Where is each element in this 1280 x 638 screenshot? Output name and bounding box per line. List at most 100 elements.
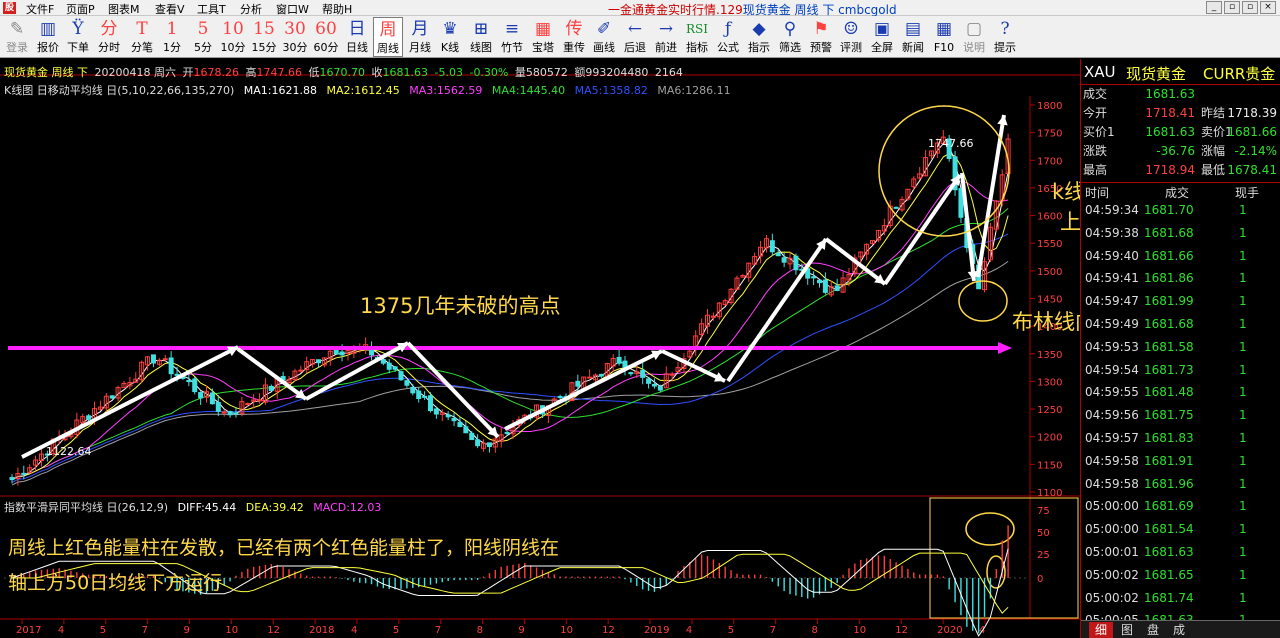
- toolbar-button-10[interactable]: 60 60分: [311, 17, 341, 57]
- toolbar-button-24[interactable]: ◆ 指示: [744, 17, 774, 57]
- toolbar-button-12[interactable]: 周周线: [373, 17, 403, 57]
- quote-header: XAU 现货黄金 CURR贵金: [1081, 59, 1280, 85]
- tick-row: 04:59:53 1681.58 1: [1081, 336, 1280, 358]
- toolbar-button-17[interactable]: ▦ 宝塔: [528, 17, 558, 57]
- quote-value-2: 1718.39: [1227, 106, 1277, 120]
- tick-volume: 1: [1239, 453, 1247, 468]
- toolbar-button-15[interactable]: ⊞ 线图: [466, 17, 496, 57]
- menu-help[interactable]: 帮助H: [322, 1, 352, 17]
- time-axis-label: 5: [100, 625, 106, 636]
- tick-price: 1681.96: [1144, 476, 1194, 491]
- quote-row: 今开 1718.41 昨结 1718.39: [1081, 105, 1280, 122]
- candle-body: [410, 386, 416, 394]
- toolbar-icon: ▥: [39, 19, 57, 39]
- toolbar-button-11[interactable]: 日日线: [342, 17, 372, 57]
- toolbar-button-2[interactable]: Ÿ 下单: [63, 17, 93, 57]
- restore-button[interactable]: ▫: [1224, 1, 1240, 14]
- toolbar-button-27[interactable]: ☺ 评测: [836, 17, 866, 57]
- menu-page[interactable]: 页面P: [66, 1, 95, 17]
- candle-body: [433, 408, 439, 415]
- toolbar-button-9[interactable]: 30 30分: [280, 17, 310, 57]
- toolbar-button-16[interactable]: ≡ 竹节: [497, 17, 527, 57]
- menu-file[interactable]: 文件F: [26, 1, 54, 17]
- toolbar-label: 月线: [409, 41, 431, 54]
- tick-table-header: 时间 成交 现手: [1081, 182, 1280, 200]
- tab-chart[interactable]: 图: [1115, 622, 1139, 638]
- tick-price: 1681.86: [1144, 271, 1194, 286]
- toolbar-icon: ▦: [935, 19, 953, 39]
- toolbar-button-1[interactable]: ▥ 报价: [33, 17, 63, 57]
- toolbar-button-31[interactable]: ▢ 说明: [959, 17, 989, 57]
- tab-trades[interactable]: 成: [1167, 622, 1191, 638]
- tick-row: 04:59:54 1681.73 1: [1081, 359, 1280, 381]
- menu-analysis[interactable]: 分析: [240, 1, 262, 17]
- toolbar-icon: 30: [284, 19, 306, 39]
- toolbar-button-3[interactable]: 分分时: [94, 17, 124, 57]
- kline-chart[interactable]: 1800175017001650160015501500145014001350…: [0, 59, 1080, 638]
- price-axis-label: 1250: [1037, 405, 1062, 416]
- toolbar-button-25[interactable]: ⚲ 筛选: [775, 17, 805, 57]
- toolbar-button-26[interactable]: ⚑ 预警: [806, 17, 836, 57]
- toolbar-button-18[interactable]: 传重传: [559, 17, 589, 57]
- candle-body: [669, 373, 675, 376]
- price-axis-label: 1800: [1037, 101, 1062, 112]
- low-label: 低: [308, 66, 320, 79]
- menu-tools[interactable]: 工具T: [197, 1, 226, 17]
- time-axis-label: 4: [686, 625, 692, 636]
- tab-orderbook[interactable]: 盘: [1141, 622, 1165, 638]
- toolbar-button-22[interactable]: RSI 指标: [682, 17, 712, 57]
- window-title-main: 现货黄金 周线 下 cmbcgold: [742, 3, 897, 17]
- candle-body: [268, 385, 274, 391]
- quote-key-2: 昨结: [1201, 106, 1226, 120]
- close-button[interactable]: ×: [1260, 1, 1276, 14]
- toolbar-label: 日线: [346, 41, 368, 54]
- maximize-button[interactable]: ▫: [1242, 1, 1258, 14]
- tick-time: 04:59:56: [1085, 408, 1139, 423]
- candle-body: [233, 412, 239, 415]
- close-label: 收: [371, 66, 383, 79]
- toolbar-button-7[interactable]: 10 10分: [218, 17, 248, 57]
- toolbar-icon: ✐: [596, 19, 612, 39]
- candle-body: [221, 411, 227, 414]
- toolbar-button-21[interactable]: → 前进: [651, 17, 681, 57]
- low-price-label: 1122.64: [46, 445, 92, 458]
- tick-row: 04:59:58 1681.91 1: [1081, 450, 1280, 472]
- toolbar-button-8[interactable]: 15 15分: [249, 17, 279, 57]
- menu-view[interactable]: 查看V: [155, 1, 185, 17]
- candle-body: [775, 252, 781, 257]
- quote-value: 1718.94: [1145, 163, 1195, 177]
- toolbar-icon: ▦: [534, 19, 552, 39]
- tab-detail[interactable]: 细: [1089, 622, 1113, 638]
- macd-axis-label: 25: [1037, 550, 1050, 561]
- toolbar-button-14[interactable]: ♛ K线: [435, 17, 465, 57]
- toolbar-button-32[interactable]: ? 提示: [990, 17, 1020, 57]
- toolbar-button-13[interactable]: 月月线: [405, 17, 435, 57]
- toolbar-button-19[interactable]: ✐ 画线: [589, 17, 619, 57]
- toolbar-button-23[interactable]: ƒ 公式: [713, 17, 743, 57]
- candle-body: [557, 396, 563, 399]
- minimize-button[interactable]: _: [1206, 1, 1222, 14]
- tick-volume: 1: [1239, 476, 1247, 491]
- toolbar-button-30[interactable]: ▦ F10: [929, 17, 959, 57]
- tick-volume: 1: [1239, 362, 1247, 377]
- swing-arrow-8: [824, 237, 887, 286]
- toolbar-button-20[interactable]: ← 后退: [620, 17, 650, 57]
- candle-body: [398, 371, 404, 381]
- close-value: 1681.63: [382, 66, 429, 79]
- toolbar-button-6[interactable]: 5 5分: [188, 17, 218, 57]
- toolbar-icon: ✎: [9, 19, 25, 39]
- toolbar-button-4[interactable]: T 分笔: [127, 17, 157, 57]
- tick-price: 1681.83: [1144, 431, 1194, 445]
- toolbar-button-28[interactable]: ▣ 全屏: [867, 17, 897, 57]
- menu-chart[interactable]: 图表M: [108, 1, 140, 17]
- toolbar-label: 公式: [717, 41, 739, 54]
- tick-volume: 1: [1239, 522, 1247, 537]
- toolbar-button-29[interactable]: ▤ 新闻: [898, 17, 928, 57]
- tick-price: 1681.65: [1144, 567, 1194, 582]
- menu-window[interactable]: 窗口W: [276, 1, 309, 17]
- candle-body: [451, 417, 457, 422]
- toolbar-button-5[interactable]: 1 1分: [157, 17, 187, 57]
- peak-price-label: 1747.66: [928, 137, 974, 150]
- toolbar-icon: →: [658, 19, 674, 39]
- toolbar-button-0[interactable]: ✎ 登录: [2, 17, 32, 57]
